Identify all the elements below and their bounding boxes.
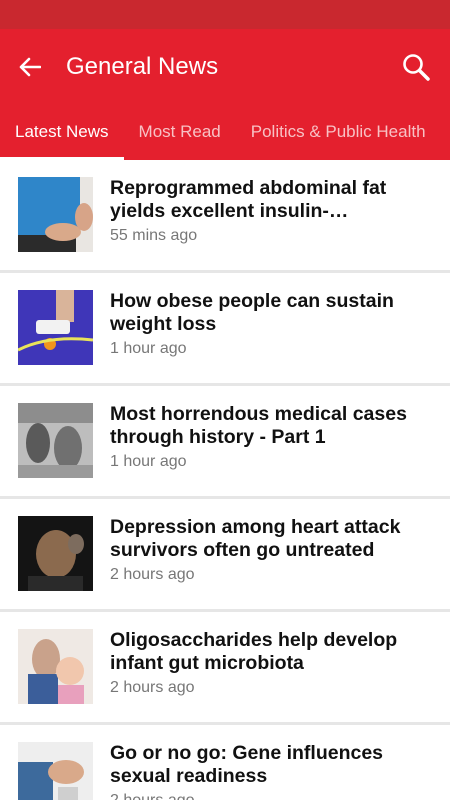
article-headline: Most horrendous medical cases through hi… — [110, 403, 407, 448]
app-bar: General News — [0, 29, 450, 104]
search-icon — [403, 53, 430, 81]
news-list: Reprogrammed abdominal fat yields excell… — [0, 160, 450, 800]
news-item[interactable]: How obese people can sustain weight loss… — [0, 273, 450, 386]
article-thumbnail — [18, 629, 93, 704]
article-headline: Depression among heart attack survivors … — [110, 516, 401, 561]
back-button[interactable] — [18, 55, 42, 79]
article-headline: Reprogrammed abdominal fat yields excell… — [110, 177, 387, 222]
article-thumbnail — [18, 177, 93, 252]
article-time: 2 hours ago — [110, 792, 434, 800]
article-time: 55 mins ago — [110, 227, 198, 244]
arrow-left-icon — [19, 57, 41, 76]
search-button[interactable] — [400, 51, 432, 83]
news-item[interactable]: Depression among heart attack survivors … — [0, 499, 450, 612]
article-headline: Go or no go: Gene influences sexual read… — [110, 742, 384, 787]
article-thumbnail — [18, 290, 93, 365]
status-bar — [0, 0, 450, 29]
article-time: 1 hour ago — [110, 453, 187, 470]
article-headline: Oligosaccharides help develop infant gut… — [110, 629, 398, 674]
tab-latest-news[interactable]: Latest News — [0, 104, 124, 160]
tab-most-read[interactable]: Most Read — [124, 104, 236, 160]
news-item[interactable]: Reprogrammed abdominal fat yields excell… — [0, 160, 450, 273]
news-item[interactable]: Oligosaccharides help develop infant gut… — [0, 612, 450, 725]
tab-bar: Latest News Most Read Politics & Public … — [0, 104, 450, 160]
article-time: 1 hour ago — [110, 340, 187, 357]
tab-politics-public-health[interactable]: Politics & Public Health — [236, 104, 441, 160]
news-item[interactable]: Most horrendous medical cases through hi… — [0, 386, 450, 499]
article-thumbnail — [18, 742, 93, 800]
page-title: General News — [66, 52, 219, 80]
article-time: 2 hours ago — [110, 566, 195, 583]
article-thumbnail — [18, 516, 93, 591]
news-item[interactable]: Go or no go: Gene influences sexual read… — [0, 725, 450, 800]
article-headline: How obese people can sustain weight loss — [110, 290, 394, 335]
article-time: 2 hours ago — [110, 679, 195, 696]
article-thumbnail — [18, 403, 93, 478]
